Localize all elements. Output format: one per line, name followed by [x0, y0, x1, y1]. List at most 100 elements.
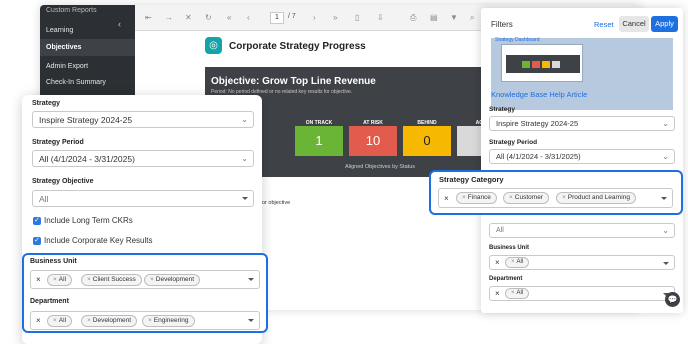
strategy-category-label: Strategy Category — [439, 175, 504, 184]
strategy-objective-value: All — [39, 194, 49, 204]
refresh-icon[interactable]: ↻ — [205, 14, 212, 22]
tag-label: Client Success — [92, 276, 136, 283]
right-bu-tag[interactable]: × All — [505, 257, 530, 268]
search-icon[interactable]: ⌕ — [470, 14, 474, 22]
brand-logo-icon: ◎ — [205, 37, 222, 54]
save-icon[interactable]: ▤ — [430, 14, 438, 22]
right-objective-select[interactable]: All ⌄ — [489, 223, 675, 238]
tag-label: All — [516, 290, 524, 296]
department-tag-all[interactable]: × All — [47, 315, 73, 327]
right-strategy-label: Strategy — [489, 106, 516, 113]
right-department-select[interactable]: × × All — [489, 286, 675, 301]
tag-label: All — [58, 276, 67, 283]
forward-arrow-icon[interactable]: → — [165, 14, 173, 22]
help-thumbnail[interactable]: Strategy Dashboard — [491, 37, 673, 110]
right-period-label: Strategy Period — [489, 139, 538, 146]
caret-down-icon — [248, 319, 254, 322]
page-number-input[interactable]: 1 — [270, 12, 284, 24]
last-page-icon[interactable]: » — [333, 14, 337, 22]
filters-title: Filters — [491, 20, 513, 29]
tag-label: Development — [155, 276, 195, 283]
corporate-key-results-label: Include Corporate Key Results — [44, 236, 153, 245]
business-unit-tag-client-success[interactable]: × Client Success — [81, 274, 142, 286]
prev-page-icon[interactable]: ‹ — [247, 14, 250, 22]
tag-label: All — [58, 317, 67, 324]
close-icon[interactable]: ✕ — [185, 14, 192, 22]
first-page-icon[interactable]: « — [227, 14, 231, 22]
strategy-label: Strategy — [32, 100, 61, 107]
filter-icon[interactable]: ▼ — [450, 14, 458, 22]
chevron-down-icon: ⌄ — [662, 226, 669, 235]
thumbnail-caption: Strategy Dashboard — [495, 37, 540, 43]
clear-icon[interactable]: × — [444, 194, 449, 204]
right-business-unit-label: Business Unit — [489, 245, 530, 251]
clear-icon[interactable]: × — [495, 289, 500, 299]
business-unit-department-highlight: Business Unit × × All × Client Success × De… — [22, 253, 268, 333]
department-select[interactable]: × × All × Development × Engineering — [30, 311, 260, 330]
strategy-category-highlight: Strategy Category × × Finance × Customer ×… — [429, 170, 683, 215]
sidebar-item-custom-reports[interactable]: Custom Reports — [46, 7, 97, 14]
strategy-objective-select[interactable]: All — [32, 190, 254, 207]
long-term-ckrs-label: Include Long Term CKRs — [44, 216, 133, 225]
caret-down-icon — [248, 278, 254, 281]
right-period-value: All (4/1/2024 - 3/31/2025) — [496, 152, 581, 161]
clear-icon[interactable]: × — [36, 275, 41, 285]
tag-label: Engineering — [153, 317, 189, 324]
report-footer-text: or objective — [262, 200, 291, 206]
export-icon[interactable]: ⇩ — [377, 14, 384, 22]
tag-label: All — [516, 259, 524, 265]
strategy-period-select[interactable]: All (4/1/2024 - 3/31/2025) ⌄ — [32, 150, 254, 167]
tag-label: Finance — [467, 194, 491, 201]
print-icon[interactable]: ⎙ — [410, 14, 416, 22]
business-unit-select[interactable]: × × All × Client Success × Development — [30, 270, 260, 289]
department-label: Department — [30, 298, 69, 305]
back-arrow-icon[interactable]: ⇤ — [145, 14, 152, 22]
right-dept-tag[interactable]: × All — [505, 288, 530, 299]
chevron-down-icon: ⌄ — [662, 119, 669, 128]
tag-label: Product and Learning — [567, 194, 630, 201]
chevron-down-icon: ⌄ — [241, 115, 248, 124]
strategy-category-select[interactable]: × × Finance × Customer × Product and Learni… — [438, 188, 673, 208]
long-term-ckrs-checkbox[interactable]: ✓ — [33, 217, 41, 225]
business-unit-tag-all[interactable]: × All — [47, 274, 73, 286]
status-caption: Aligned Objectives by Status — [345, 164, 416, 170]
department-tag-development[interactable]: × Development — [81, 315, 138, 327]
department-tag-engineering[interactable]: × Engineering — [142, 315, 195, 327]
business-unit-label: Business Unit — [30, 258, 77, 265]
sidebar-item-learning[interactable]: Learning — [46, 27, 73, 34]
category-tag-customer[interactable]: × Customer — [503, 192, 549, 204]
right-strategy-value: Inspire Strategy 2024-25 — [496, 119, 579, 128]
status-box-behind[interactable]: 0 — [403, 126, 451, 156]
strategy-period-label: Strategy Period — [32, 139, 84, 146]
document-icon[interactable]: ▯ — [355, 14, 359, 22]
status-box-on-track[interactable]: 1 — [295, 126, 343, 156]
chat-bubble-icon[interactable]: 💬 — [665, 292, 680, 307]
next-page-icon[interactable]: › — [313, 14, 316, 22]
strategy-select[interactable]: Inspire Strategy 2024-25 ⌄ — [32, 111, 254, 128]
category-tag-product-learning[interactable]: × Product and Learning — [556, 192, 636, 204]
thumbnail-red-box — [532, 61, 540, 68]
strategy-objective-label: Strategy Objective — [32, 178, 94, 185]
sidebar-item-admin-export[interactable]: Admin Export — [46, 63, 88, 70]
clear-icon[interactable]: × — [495, 258, 500, 268]
filters-panel: Filters Reset Cancel Apply Strategy Dash… — [481, 8, 683, 313]
help-article-link[interactable]: Knowledge Base Help Article — [491, 90, 587, 99]
right-strategy-select[interactable]: Inspire Strategy 2024-25 ⌄ — [489, 116, 675, 131]
reset-button[interactable]: Reset — [594, 20, 614, 29]
clear-icon[interactable]: × — [36, 316, 41, 326]
thumbnail-image — [501, 44, 583, 82]
status-box-at-risk[interactable]: 10 — [349, 126, 397, 156]
page-total: / 7 — [288, 13, 296, 20]
business-unit-tag-development[interactable]: × Development — [144, 274, 201, 286]
sidebar-item-check-in-summary[interactable]: Check-In Summary — [46, 79, 106, 86]
right-department-label: Department — [489, 276, 523, 282]
category-tag-finance[interactable]: × Finance — [456, 192, 497, 204]
sidebar-item-objectives[interactable]: Objectives — [46, 44, 81, 51]
corporate-key-results-checkbox[interactable]: ✓ — [33, 237, 41, 245]
cancel-button[interactable]: Cancel — [619, 16, 649, 32]
strategy-period-value: All (4/1/2024 - 3/31/2025) — [39, 154, 135, 164]
right-period-select[interactable]: All (4/1/2024 - 3/31/2025) ⌄ — [489, 149, 675, 164]
right-business-unit-select[interactable]: × × All — [489, 255, 675, 270]
collapse-chevron-icon[interactable]: ‹ — [118, 19, 121, 29]
apply-button[interactable]: Apply — [651, 16, 678, 32]
